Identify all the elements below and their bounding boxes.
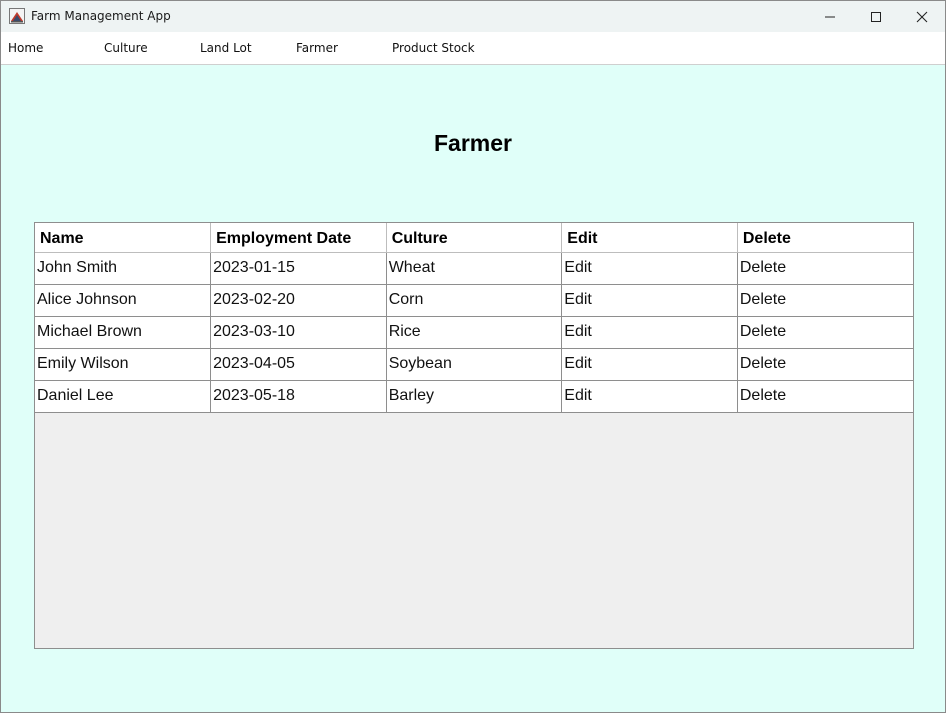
java-app-icon [9,8,25,24]
cell-employment-date[interactable]: 2023-05-18 [210,380,387,413]
edit-button[interactable]: Edit [561,380,738,413]
table-row[interactable]: John Smith 2023-01-15 Wheat Edit Delete [35,252,913,285]
cell-culture[interactable]: Soybean [386,348,563,381]
cell-employment-date[interactable]: 2023-03-10 [210,316,387,349]
menu-farmer[interactable]: Farmer [296,41,338,55]
column-header-name[interactable]: Name [35,223,212,253]
table-row[interactable]: Daniel Lee 2023-05-18 Barley Edit Delete [35,380,913,413]
farmer-table-container[interactable]: Name Employment Date Culture Edit Delete… [34,222,914,649]
cell-name[interactable]: Michael Brown [35,316,212,349]
menu-bar: Home Culture Land Lot Farmer Product Sto… [1,32,945,65]
cell-employment-date[interactable]: 2023-04-05 [210,348,387,381]
cell-culture[interactable]: Barley [386,380,563,413]
close-button[interactable] [899,1,945,32]
menu-product-stock[interactable]: Product Stock [392,41,475,55]
cell-name[interactable]: John Smith [35,252,212,285]
title-bar[interactable]: Farm Management App [1,1,945,32]
delete-button[interactable]: Delete [737,316,913,349]
delete-button[interactable]: Delete [737,252,913,285]
table-row[interactable]: Emily Wilson 2023-04-05 Soybean Edit Del… [35,348,913,381]
column-header-delete[interactable]: Delete [737,223,913,253]
table-row[interactable]: Michael Brown 2023-03-10 Rice Edit Delet… [35,316,913,349]
table-row[interactable]: Alice Johnson 2023-02-20 Corn Edit Delet… [35,284,913,317]
cell-culture[interactable]: Wheat [386,252,563,285]
edit-button[interactable]: Edit [561,348,738,381]
app-window: Farm Management App Home Culture Land Lo… [0,0,946,713]
delete-button[interactable]: Delete [737,380,913,413]
column-header-culture[interactable]: Culture [386,223,563,253]
edit-button[interactable]: Edit [561,252,738,285]
cell-employment-date[interactable]: 2023-01-15 [210,252,387,285]
table-header-row: Name Employment Date Culture Edit Delete [35,223,913,253]
menu-culture[interactable]: Culture [104,41,148,55]
maximize-icon [871,11,881,22]
page-title: Farmer [434,130,512,156]
menu-home[interactable]: Home [8,41,43,55]
delete-button[interactable]: Delete [737,284,913,317]
cell-employment-date[interactable]: 2023-02-20 [210,284,387,317]
cell-name[interactable]: Emily Wilson [35,348,212,381]
edit-button[interactable]: Edit [561,316,738,349]
cell-culture[interactable]: Rice [386,316,563,349]
cell-name[interactable]: Alice Johnson [35,284,212,317]
cell-culture[interactable]: Corn [386,284,563,317]
menu-land-lot[interactable]: Land Lot [200,41,252,55]
column-header-employment-date[interactable]: Employment Date [210,223,387,253]
minimize-icon [825,16,835,17]
maximize-button[interactable] [853,1,899,32]
close-icon [916,11,928,22]
window-title: Farm Management App [31,9,171,23]
minimize-button[interactable] [807,1,853,32]
farmer-table: Name Employment Date Culture Edit Delete… [35,223,913,413]
column-header-edit[interactable]: Edit [561,223,738,253]
edit-button[interactable]: Edit [561,284,738,317]
cell-name[interactable]: Daniel Lee [35,380,212,413]
delete-button[interactable]: Delete [737,348,913,381]
